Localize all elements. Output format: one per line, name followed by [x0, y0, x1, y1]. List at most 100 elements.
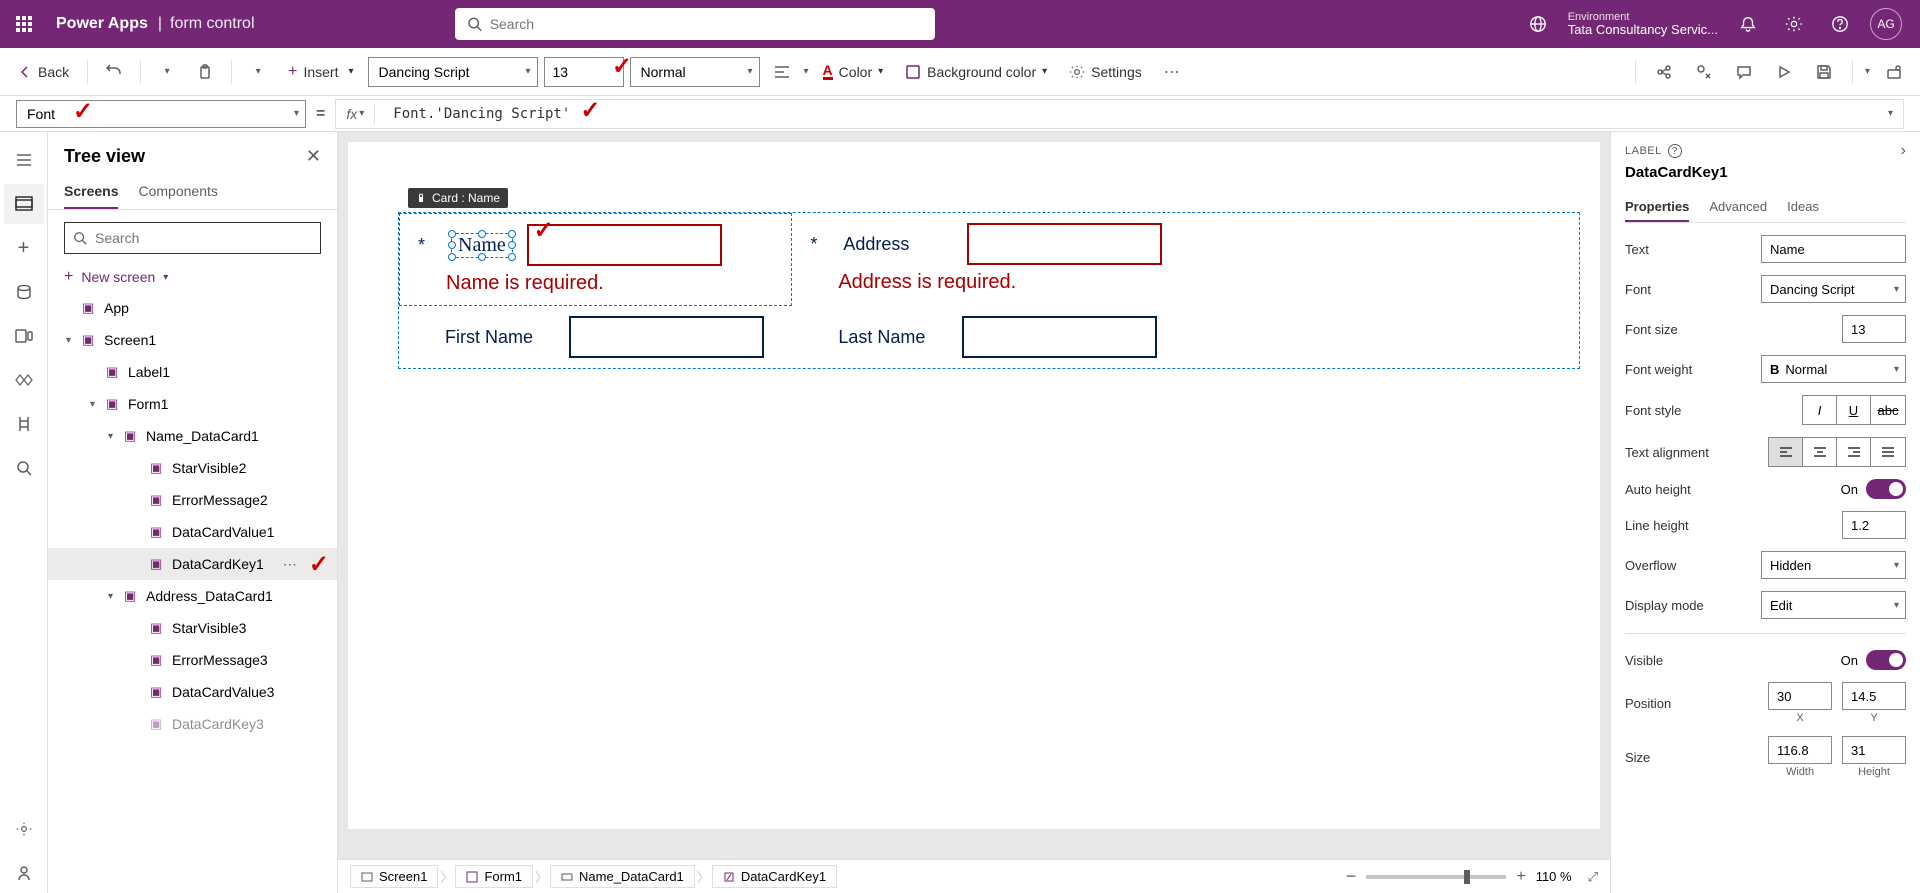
rail-variables[interactable]: [4, 404, 44, 444]
play-button[interactable]: [1768, 56, 1800, 88]
chevron-down-icon[interactable]: ▾: [108, 431, 118, 442]
font-size-input[interactable]: [544, 57, 624, 87]
property-select[interactable]: Font ▾ ✓: [16, 100, 306, 128]
close-tree-icon[interactable]: ✕: [306, 146, 321, 167]
rail-insert[interactable]: +: [4, 228, 44, 268]
align-left-btn[interactable]: [1769, 438, 1803, 466]
crumb-screen[interactable]: Screen1: [350, 865, 438, 888]
crumb-card[interactable]: Name_DataCard1: [550, 865, 695, 888]
checker-button[interactable]: [1688, 56, 1720, 88]
tree-item[interactable]: ▣DataCardKey3: [48, 708, 337, 740]
crumb-key[interactable]: DataCardKey1: [712, 865, 837, 888]
tree-search[interactable]: [64, 222, 321, 254]
form-region[interactable]: Card : Name * Name: [398, 212, 1580, 369]
rail-tree-view[interactable]: [4, 184, 44, 224]
comment-button[interactable]: [1728, 56, 1760, 88]
font-select[interactable]: Dancing Script ▾: [368, 57, 538, 87]
bgcolor-button[interactable]: Background color ▾: [897, 60, 1055, 84]
global-search[interactable]: [455, 8, 935, 40]
prop-x[interactable]: [1768, 682, 1832, 710]
tree-item[interactable]: ▣App: [48, 292, 337, 324]
user-avatar[interactable]: AG: [1870, 8, 1902, 40]
align-center-btn[interactable]: [1803, 438, 1837, 466]
rail-hamburger[interactable]: [4, 140, 44, 180]
color-button[interactable]: A Color ▾: [815, 59, 892, 84]
paste-chevron[interactable]: ▾: [242, 56, 274, 88]
underline-btn[interactable]: U: [1837, 396, 1871, 424]
prop-font[interactable]: Dancing Script▾: [1761, 275, 1906, 303]
tree-item[interactable]: ▣ErrorMessage3: [48, 644, 337, 676]
more-button[interactable]: ⋯: [1156, 56, 1188, 88]
align-right-btn[interactable]: [1837, 438, 1871, 466]
chevron-down-icon[interactable]: ▾: [66, 335, 76, 346]
undo-chevron[interactable]: ▾: [151, 56, 183, 88]
props-tab-properties[interactable]: Properties: [1625, 193, 1689, 222]
publish-button[interactable]: [1878, 56, 1910, 88]
autoheight-toggle[interactable]: [1866, 479, 1906, 499]
firstname-card[interactable]: First Name: [399, 306, 792, 368]
prop-weight[interactable]: B Normal▾: [1761, 355, 1906, 383]
waffle-menu[interactable]: [8, 8, 40, 40]
prop-lineheight[interactable]: [1842, 511, 1906, 539]
chevron-down-icon[interactable]: ▾: [108, 591, 118, 602]
canvas-area[interactable]: Card : Name * Name: [338, 132, 1610, 859]
tree-item[interactable]: ▣StarVisible3: [48, 612, 337, 644]
tree-item[interactable]: ▾▣Form1: [48, 388, 337, 420]
more-icon[interactable]: ⋯: [283, 556, 297, 573]
prop-size[interactable]: [1842, 315, 1906, 343]
rail-ask[interactable]: [4, 853, 44, 893]
settings-button[interactable]: Settings: [1061, 60, 1150, 84]
zoom-in[interactable]: +: [1516, 868, 1525, 886]
canvas-surface[interactable]: Card : Name * Name: [348, 142, 1600, 829]
insert-button[interactable]: + Insert ▾: [280, 59, 361, 85]
new-screen-button[interactable]: + New screen ▾: [48, 262, 337, 292]
italic-btn[interactable]: I: [1803, 396, 1837, 424]
tree-item[interactable]: ▣StarVisible2: [48, 452, 337, 484]
rail-media[interactable]: [4, 316, 44, 356]
strike-btn[interactable]: abc: [1871, 396, 1905, 424]
tab-components[interactable]: Components: [138, 175, 217, 209]
zoom-slider[interactable]: [1366, 875, 1506, 879]
chevron-down-icon[interactable]: ▾: [90, 399, 100, 410]
align-justify-btn[interactable]: [1871, 438, 1905, 466]
selected-label[interactable]: Name ✓: [451, 233, 513, 258]
crumb-form[interactable]: Form1: [455, 865, 533, 888]
help-icon[interactable]: [1824, 8, 1856, 40]
align-button[interactable]: [766, 56, 798, 88]
tree-item[interactable]: ▣ErrorMessage2: [48, 484, 337, 516]
tree-search-input[interactable]: [95, 230, 312, 246]
fit-screen-icon[interactable]: ⤢: [1588, 869, 1598, 885]
tree-item[interactable]: ▣DataCardKey1⋯✓: [48, 548, 337, 580]
prop-h[interactable]: [1842, 736, 1906, 764]
environment-icon[interactable]: [1522, 8, 1554, 40]
prop-displaymode[interactable]: Edit▾: [1761, 591, 1906, 619]
tree-item[interactable]: ▣DataCardValue3: [48, 676, 337, 708]
tree-item[interactable]: ▾▣Screen1: [48, 324, 337, 356]
zoom-out[interactable]: −: [1346, 866, 1357, 887]
tree-item[interactable]: ▾▣Name_DataCard1: [48, 420, 337, 452]
address-card[interactable]: * Address Address is required.: [792, 213, 1185, 306]
formula-input-box[interactable]: fx ▾ Font.'Dancing Script' ✓ ▾: [335, 99, 1904, 129]
tree-item[interactable]: ▣DataCardValue1: [48, 516, 337, 548]
font-weight-select[interactable]: Normal ▾: [630, 57, 760, 87]
tree-item[interactable]: ▾▣Address_DataCard1: [48, 580, 337, 612]
settings-icon[interactable]: [1778, 8, 1810, 40]
save-button[interactable]: [1808, 56, 1840, 88]
name-input[interactable]: [527, 224, 722, 266]
rail-data[interactable]: [4, 272, 44, 312]
visible-toggle[interactable]: [1866, 650, 1906, 670]
firstname-input[interactable]: [569, 316, 764, 358]
back-button[interactable]: Back: [10, 60, 77, 84]
prop-overflow[interactable]: Hidden▾: [1761, 551, 1906, 579]
tab-screens[interactable]: Screens: [64, 175, 118, 209]
paste-button[interactable]: [189, 56, 221, 88]
control-name[interactable]: DataCardKey1: [1625, 164, 1906, 181]
search-input[interactable]: [490, 16, 923, 32]
prop-text[interactable]: [1761, 235, 1906, 263]
notifications-icon[interactable]: [1732, 8, 1764, 40]
environment-block[interactable]: Environment Tata Consultancy Servic...: [1568, 11, 1718, 37]
tree-item[interactable]: ▣Label1: [48, 356, 337, 388]
props-tab-ideas[interactable]: Ideas: [1787, 193, 1819, 222]
expand-props-icon[interactable]: ›: [1901, 142, 1906, 160]
prop-y[interactable]: [1842, 682, 1906, 710]
